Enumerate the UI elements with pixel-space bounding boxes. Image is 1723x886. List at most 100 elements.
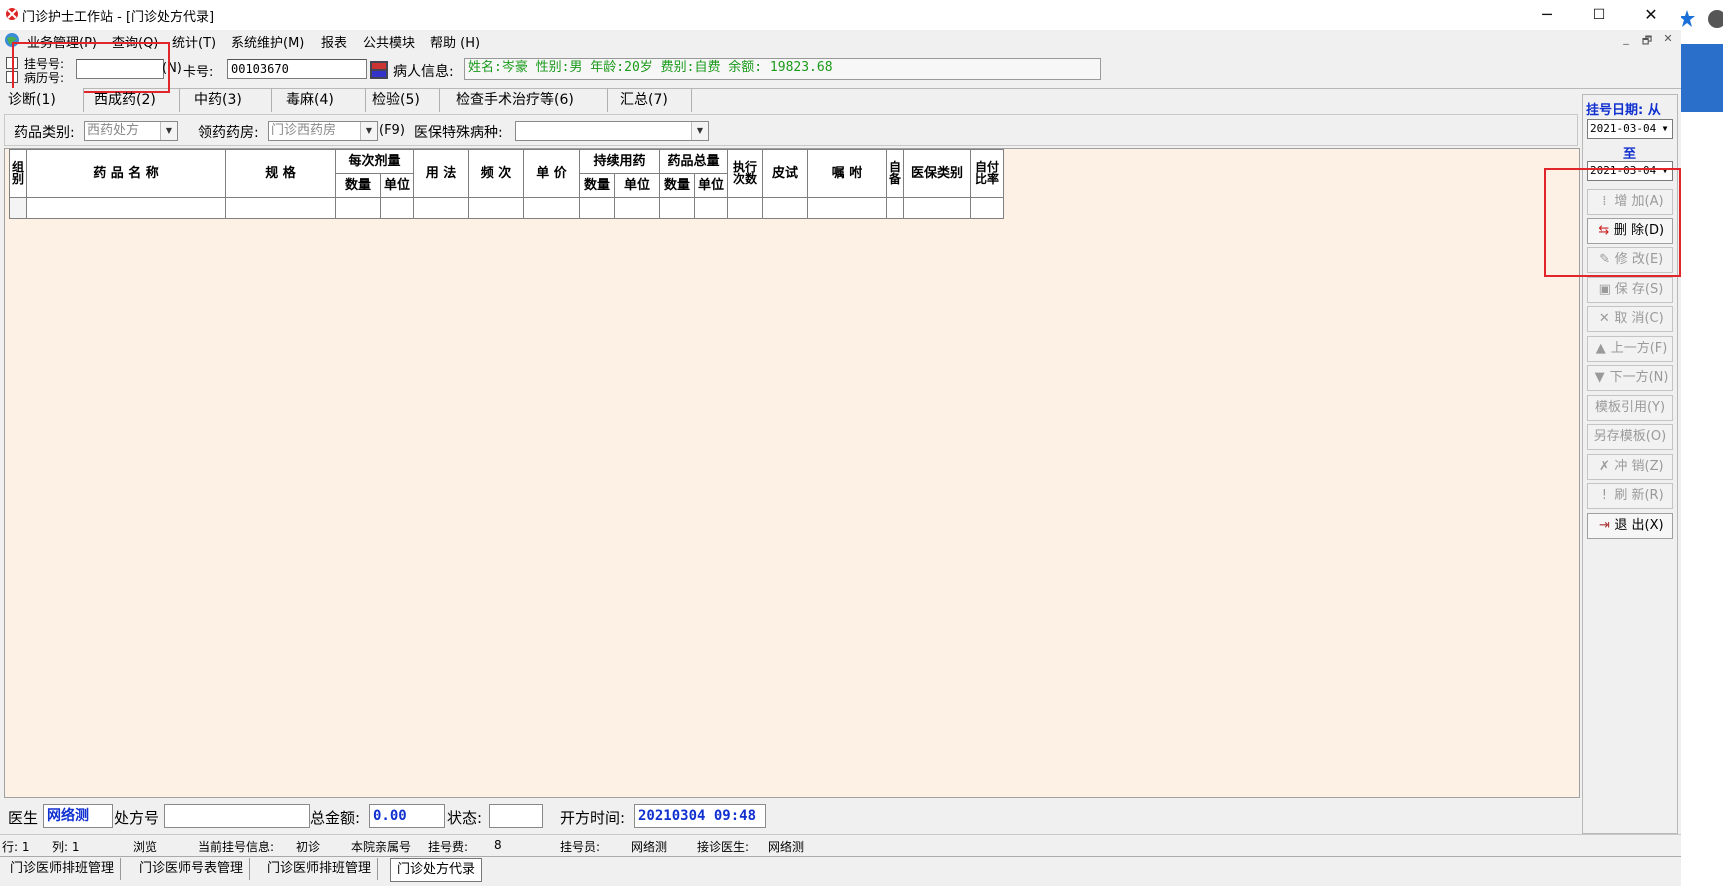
pharmacy-select[interactable]: 门诊西药房 ▼ bbox=[268, 121, 378, 141]
grid-cell[interactable] bbox=[727, 197, 763, 219]
rx-time-label: 开方时间: bbox=[560, 809, 626, 827]
f9-hotkey-label: (F9) bbox=[379, 123, 405, 138]
col-frequency[interactable]: 频 次 bbox=[468, 149, 524, 198]
col-spec[interactable]: 规 格 bbox=[225, 149, 336, 198]
table-row[interactable] bbox=[9, 197, 1004, 219]
grid-cell[interactable] bbox=[380, 197, 414, 219]
refresh-icon: ! bbox=[1601, 488, 1607, 503]
tab-lab-test[interactable]: 检验(5) bbox=[364, 88, 440, 112]
col-dose: 每次剂量 bbox=[335, 149, 414, 174]
next-rx-button[interactable]: ▼ 下一方(N) bbox=[1587, 365, 1673, 391]
status-fee: 8 bbox=[494, 838, 502, 852]
col-usage[interactable]: 用 法 bbox=[413, 149, 469, 198]
mdi-close-button[interactable]: ✕ bbox=[1659, 32, 1677, 45]
grid-cell[interactable] bbox=[468, 197, 524, 219]
tab-summary[interactable]: 汇总(7) bbox=[612, 88, 692, 112]
minimize-button[interactable]: ─ bbox=[1524, 2, 1570, 28]
grid-header: 组别 药 品 名 称 规 格 每次剂量 用 法 频 次 单 价 持续用药 药品总… bbox=[9, 149, 1004, 219]
chevron-down-icon: ▼ bbox=[1662, 124, 1668, 133]
window-tab-rx-entry[interactable]: 门诊处方代录 bbox=[390, 858, 483, 882]
refresh-button[interactable]: ! 刷 新(R) bbox=[1587, 483, 1673, 509]
col-unit-price[interactable]: 单 价 bbox=[523, 149, 580, 198]
col-total-qty[interactable]: 数量 bbox=[659, 173, 695, 198]
menu-report[interactable]: 报表 bbox=[321, 32, 347, 51]
title-bar: 门诊护士工作站 - [门诊处方代录] ─ ☐ ✕ bbox=[0, 0, 1681, 30]
col-dose-unit[interactable]: 单位 bbox=[380, 173, 414, 198]
prescription-grid[interactable]: 组别 药 品 名 称 规 格 每次剂量 用 法 频 次 单 价 持续用药 药品总… bbox=[4, 148, 1580, 798]
tab-chinese-medicine[interactable]: 中药(3) bbox=[186, 88, 272, 112]
window-tab-number-table[interactable]: 门诊医师号表管理 bbox=[133, 858, 251, 880]
star-icon bbox=[1681, 10, 1723, 28]
reg-date-label: 挂号日期: 从 bbox=[1586, 103, 1661, 118]
grid-cell[interactable] bbox=[614, 197, 660, 219]
save-icon: ▣ bbox=[1598, 282, 1611, 297]
previous-rx-button[interactable]: ▲ 上一方(F) bbox=[1587, 336, 1673, 362]
rx-number-input[interactable] bbox=[164, 804, 310, 828]
grid-cell[interactable] bbox=[694, 197, 728, 219]
grid-cell[interactable] bbox=[225, 197, 336, 219]
drug-type-label: 药品类别: bbox=[14, 125, 75, 141]
save-button[interactable]: ▣ 保 存(S) bbox=[1587, 277, 1673, 303]
grid-cell[interactable] bbox=[579, 197, 615, 219]
template-save-as-button[interactable]: 另存模板(O) bbox=[1587, 424, 1673, 450]
arrow-down-icon: ▼ bbox=[1594, 370, 1605, 385]
col-total-unit[interactable]: 单位 bbox=[694, 173, 728, 198]
reverse-icon: ✗ bbox=[1598, 459, 1610, 474]
col-insurance-type[interactable]: 医保类别 bbox=[903, 149, 971, 198]
col-skin-test[interactable]: 皮试 bbox=[762, 149, 808, 198]
grid-cell[interactable] bbox=[659, 197, 695, 219]
grid-cell[interactable] bbox=[762, 197, 808, 219]
col-self-supplied[interactable]: 自备 bbox=[886, 149, 904, 198]
doctor-value: 网络测 bbox=[43, 804, 113, 828]
window-tab-schedule-2[interactable]: 门诊医师排班管理 bbox=[261, 858, 379, 880]
insurance-disease-select[interactable]: ▼ bbox=[515, 121, 709, 141]
date-from-value: 2021-03-04 bbox=[1590, 122, 1657, 135]
mdi-minimize-button[interactable]: _ bbox=[1617, 32, 1635, 45]
row-indicator[interactable] bbox=[9, 197, 27, 219]
tab-narcotics[interactable]: 毒麻(4) bbox=[278, 88, 366, 112]
menu-statistics[interactable]: 统计(T) bbox=[172, 32, 216, 51]
status-visit-type: 初诊 bbox=[296, 840, 321, 854]
grid-cell[interactable] bbox=[413, 197, 469, 219]
reverse-button[interactable]: ✗ 冲 销(Z) bbox=[1587, 454, 1673, 480]
cancel-button[interactable]: ✕ 取 消(C) bbox=[1587, 306, 1673, 332]
grid-cell[interactable] bbox=[886, 197, 904, 219]
col-exec-count[interactable]: 执行次数 bbox=[727, 149, 763, 198]
tab-exam-surgery[interactable]: 检查手术治疗等(6) bbox=[448, 88, 608, 112]
status-doctor-label: 接诊医生: bbox=[697, 840, 750, 854]
grid-cell[interactable] bbox=[335, 197, 381, 219]
rx-time-value: 20210304 09:48 bbox=[634, 804, 766, 828]
col-cont-qty[interactable]: 数量 bbox=[579, 173, 615, 198]
exit-door-icon: ⇥ bbox=[1598, 518, 1610, 533]
col-instructions[interactable]: 嘱 咐 bbox=[807, 149, 887, 198]
grid-cell[interactable] bbox=[26, 197, 226, 219]
grid-cell[interactable] bbox=[523, 197, 580, 219]
grid-cell[interactable] bbox=[970, 197, 1004, 219]
tab-diagnosis[interactable]: 诊断(1) bbox=[0, 88, 84, 112]
close-button[interactable]: ✕ bbox=[1628, 2, 1674, 28]
col-drug-name[interactable]: 药 品 名 称 bbox=[26, 149, 226, 198]
col-self-pay-ratio[interactable]: 自付比率 bbox=[970, 149, 1004, 198]
window-tab-schedule-1[interactable]: 门诊医师排班管理 bbox=[4, 858, 122, 880]
menu-system[interactable]: 系统维护(M) bbox=[231, 32, 304, 51]
grid-cell[interactable] bbox=[903, 197, 971, 219]
drug-type-select[interactable]: 西药处方 ▼ bbox=[84, 121, 178, 141]
template-apply-button[interactable]: 模板引用(Y) bbox=[1587, 395, 1673, 421]
menu-help[interactable]: 帮助 (H) bbox=[430, 32, 480, 51]
date-from-picker[interactable]: 2021-03-04 ▼ bbox=[1587, 119, 1673, 139]
grid-cell[interactable] bbox=[807, 197, 887, 219]
arrow-up-icon: ▲ bbox=[1595, 341, 1606, 356]
patient-info-label: 病人信息: bbox=[393, 64, 454, 80]
card-reader-icon[interactable] bbox=[369, 60, 389, 80]
tab-western-medicine[interactable]: 西成药(2) bbox=[86, 88, 180, 112]
mdi-restore-button[interactable]: 🗗 bbox=[1638, 32, 1656, 51]
card-number-input[interactable]: 00103670 bbox=[227, 59, 367, 79]
menu-public[interactable]: 公共模块 bbox=[363, 32, 415, 51]
maximize-button[interactable]: ☐ bbox=[1576, 2, 1622, 28]
total-amount-value: 0.00 bbox=[369, 804, 445, 828]
exit-button[interactable]: ⇥ 退 出(X) bbox=[1587, 513, 1673, 539]
col-dose-qty[interactable]: 数量 bbox=[335, 173, 381, 198]
col-cont-unit[interactable]: 单位 bbox=[614, 173, 660, 198]
status-row: 行: 1 bbox=[2, 840, 30, 854]
card-number-label: 卡号: bbox=[183, 65, 214, 80]
